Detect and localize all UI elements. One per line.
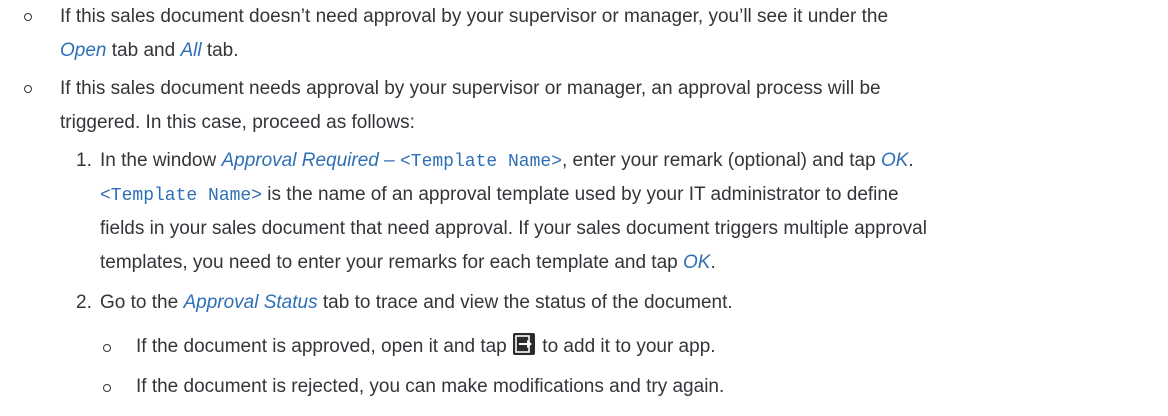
bullet-marker	[24, 13, 32, 21]
text: , enter your remark (optional) and tap	[562, 150, 881, 171]
bullet-marker	[103, 384, 111, 392]
bullet-marker	[103, 344, 111, 352]
approval-status-tab-term: Approval Status	[183, 292, 318, 313]
template-name-placeholder: <Template Name>	[100, 186, 263, 206]
outer-bullet-1-line-2: Open tab and All tab.	[60, 34, 239, 68]
step-1-line-4: templates, you need to enter your remark…	[100, 246, 716, 280]
step-1-line-1: In the window Approval Required – <Templ…	[100, 144, 914, 179]
sub-bullet-1: If the document is approved, open it and…	[136, 330, 716, 364]
text: If the document is approved, open it and…	[136, 336, 513, 357]
step-2-line-1: Go to the Approval Status tab to trace a…	[100, 286, 733, 320]
text: tab and	[106, 40, 181, 61]
step-number: 2.	[76, 292, 92, 313]
text: tab to trace and view the status of the …	[317, 292, 733, 313]
step-number: 1.	[76, 150, 92, 171]
ok-button-term: OK	[683, 252, 711, 273]
text: is the name of an approval template used…	[262, 184, 899, 205]
all-tab-term: All	[180, 40, 202, 61]
outer-bullet-1-line-1: If this sales document doesn’t need appr…	[60, 6, 889, 27]
text: tab.	[201, 40, 239, 61]
text: In the window	[100, 150, 222, 171]
bullet-marker	[24, 85, 32, 93]
open-tab-term: Open	[60, 40, 107, 61]
document-page: If this sales document doesn’t need appr…	[0, 0, 1168, 416]
outer-bullet-2-line-1: If this sales document needs approval by…	[60, 78, 881, 99]
outer-bullet-2-line-2: triggered. In this case, proceed as foll…	[60, 112, 415, 133]
step-1-line-3: fields in your sales document that need …	[100, 218, 927, 239]
sub-bullet-2: If the document is rejected, you can mak…	[136, 376, 725, 397]
approval-required-window-term: Approval Required –	[221, 150, 400, 171]
text: .	[908, 150, 914, 171]
text: .	[710, 252, 716, 273]
text: Go to the	[100, 292, 184, 313]
template-name-placeholder: <Template Name>	[399, 152, 562, 172]
step-1-line-2: <Template Name> is the name of an approv…	[100, 178, 899, 213]
text: to add it to your app.	[537, 336, 716, 357]
text: templates, you need to enter your remark…	[100, 252, 683, 273]
add-to-app-icon[interactable]	[513, 333, 536, 355]
ok-button-term: OK	[880, 150, 909, 171]
